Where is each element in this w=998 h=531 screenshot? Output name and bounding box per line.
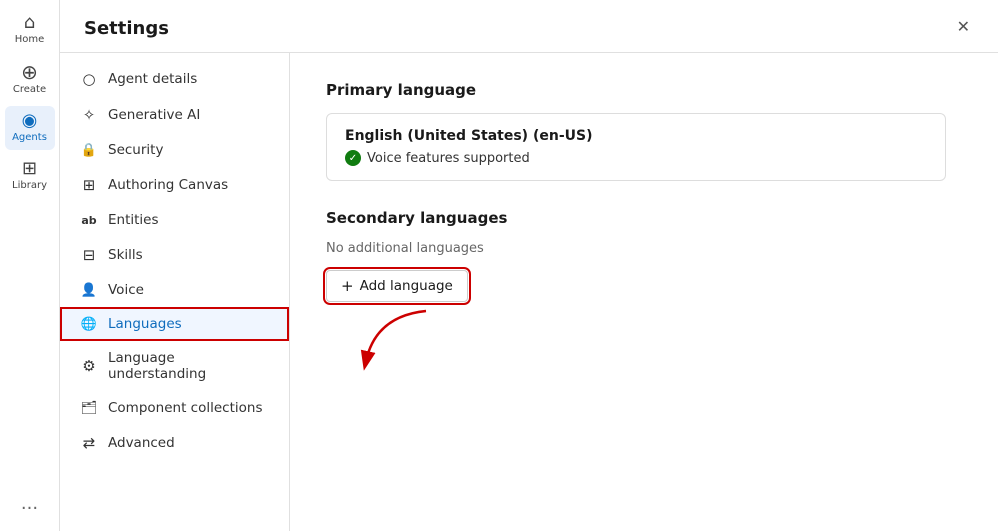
- component-collections-icon: 🗂: [80, 401, 98, 416]
- sidebar-item-advanced[interactable]: ⇄ Advanced: [60, 425, 289, 461]
- sidebar-label-voice: Voice: [108, 282, 144, 298]
- entities-icon: ab: [80, 214, 98, 227]
- nav-item-agents[interactable]: ◉ Agents: [5, 106, 55, 150]
- secondary-languages-section: Secondary languages No additional langua…: [326, 209, 962, 302]
- library-icon: ⊞: [22, 160, 37, 178]
- add-language-button[interactable]: + Add language: [326, 270, 468, 302]
- settings-panel: Settings ✕ ○ Agent details ✧ Generative …: [60, 0, 998, 531]
- create-icon: ⊕: [21, 62, 38, 82]
- nav-item-create[interactable]: ⊕ Create: [5, 56, 55, 102]
- sidebar-label-language-understanding: Language understanding: [108, 350, 269, 382]
- sidebar-label-security: Security: [108, 142, 163, 158]
- sidebar-label-skills: Skills: [108, 247, 143, 263]
- sidebar-item-entities[interactable]: ab Entities: [60, 203, 289, 237]
- security-icon: 🔒: [80, 143, 98, 158]
- add-language-wrapper: + Add language: [326, 270, 468, 302]
- settings-sidebar: ○ Agent details ✧ Generative AI 🔒 Securi…: [60, 53, 290, 531]
- primary-language-card: English (United States) (en-US) ✓ Voice …: [326, 113, 946, 181]
- voice-supported-label: Voice features supported: [367, 151, 530, 166]
- nav-label-library: Library: [12, 180, 47, 192]
- sidebar-item-skills[interactable]: ⊟ Skills: [60, 237, 289, 273]
- nav-item-home[interactable]: ⌂ Home: [5, 8, 55, 52]
- sidebar-label-entities: Entities: [108, 212, 159, 228]
- primary-language-name: English (United States) (en-US): [345, 128, 927, 144]
- advanced-icon: ⇄: [80, 434, 98, 452]
- agents-icon: ◉: [22, 112, 38, 130]
- sidebar-item-agent-details[interactable]: ○ Agent details: [60, 61, 289, 97]
- sidebar-label-agent-details: Agent details: [108, 71, 197, 87]
- close-button[interactable]: ✕: [953, 16, 974, 40]
- authoring-canvas-icon: ⊞: [80, 176, 98, 194]
- nav-label-agents: Agents: [12, 132, 47, 144]
- sidebar-label-authoring-canvas: Authoring Canvas: [108, 177, 228, 193]
- voice-supported-row: ✓ Voice features supported: [345, 150, 927, 166]
- check-circle-icon: ✓: [345, 150, 361, 166]
- sidebar-item-voice[interactable]: 👤 Voice: [60, 273, 289, 307]
- main-content-area: Primary language English (United States)…: [290, 53, 998, 531]
- sidebar-label-advanced: Advanced: [108, 435, 175, 451]
- nav-label-create: Create: [13, 84, 46, 96]
- secondary-languages-title: Secondary languages: [326, 209, 962, 227]
- voice-icon: 👤: [80, 283, 98, 298]
- sidebar-label-generative-ai: Generative AI: [108, 107, 200, 123]
- sidebar-item-security[interactable]: 🔒 Security: [60, 133, 289, 167]
- sidebar-item-authoring-canvas[interactable]: ⊞ Authoring Canvas: [60, 167, 289, 203]
- sidebar-label-component-collections: Component collections: [108, 400, 262, 416]
- nav-item-library[interactable]: ⊞ Library: [5, 154, 55, 198]
- nav-more-button[interactable]: ···: [21, 498, 38, 519]
- left-nav: ⌂ Home ⊕ Create ◉ Agents ⊞ Library ···: [0, 0, 60, 531]
- language-understanding-icon: ⚙: [80, 357, 98, 375]
- sidebar-label-languages: Languages: [108, 316, 182, 332]
- languages-icon: 🌐: [80, 317, 98, 332]
- add-language-plus-icon: +: [341, 279, 354, 294]
- generative-ai-icon: ✧: [80, 106, 98, 124]
- nav-label-home: Home: [15, 34, 45, 46]
- add-language-label: Add language: [360, 278, 453, 294]
- sidebar-item-generative-ai[interactable]: ✧ Generative AI: [60, 97, 289, 133]
- sidebar-item-component-collections[interactable]: 🗂 Component collections: [60, 391, 289, 425]
- sidebar-item-languages[interactable]: 🌐 Languages: [60, 307, 289, 341]
- settings-header: Settings ✕: [60, 0, 998, 53]
- agent-details-icon: ○: [80, 70, 98, 88]
- primary-language-title: Primary language: [326, 81, 962, 99]
- annotation-arrow: [356, 306, 436, 376]
- skills-icon: ⊟: [80, 246, 98, 264]
- settings-title: Settings: [84, 18, 169, 39]
- sidebar-item-language-understanding[interactable]: ⚙ Language understanding: [60, 341, 289, 391]
- home-icon: ⌂: [24, 14, 35, 32]
- no-additional-languages-label: No additional languages: [326, 241, 962, 256]
- settings-body: ○ Agent details ✧ Generative AI 🔒 Securi…: [60, 53, 998, 531]
